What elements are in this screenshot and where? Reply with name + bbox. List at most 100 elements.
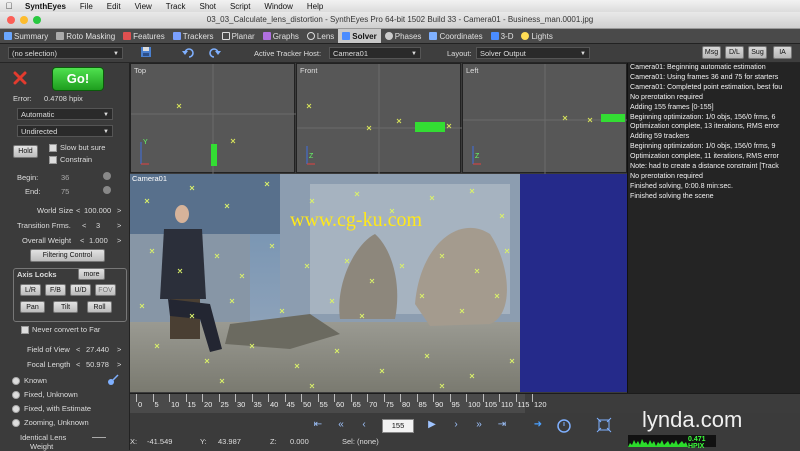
fov-decrement[interactable]: <: [76, 345, 80, 354]
tilt-lock-button[interactable]: Tilt: [53, 301, 78, 313]
slow-but-sure-checkbox[interactable]: Slow but sure: [49, 143, 105, 153]
forward-arrow-icon[interactable]: ➜: [532, 419, 544, 431]
viewport-top[interactable]: Top Y: [130, 63, 296, 174]
viewport-left[interactable]: Left Z: [462, 63, 628, 174]
menu-file[interactable]: File: [73, 2, 100, 11]
window-titlebar: 03_03_Calculate_lens_distortion - SynthE…: [0, 12, 800, 29]
apple-icon[interactable]: : [0, 1, 18, 11]
redo-icon[interactable]: [207, 46, 221, 58]
solver-panel: Go! Error: 0.4708 hpix Automatic ▼ Undire…: [0, 63, 130, 451]
layout-dropdown[interactable]: Solver Output ▼: [476, 47, 590, 59]
log-line: Optimization complete, 11 iterations, RM…: [630, 152, 779, 161]
menu-view[interactable]: View: [128, 2, 159, 11]
hold-button[interactable]: Hold: [13, 145, 38, 158]
tab-planar[interactable]: Planar: [218, 29, 259, 43]
fov-lock-button[interactable]: FOV: [95, 284, 116, 296]
more-button[interactable]: more: [78, 268, 105, 280]
tab-trackers[interactable]: Trackers: [169, 29, 218, 43]
lens-wand-icon[interactable]: [107, 374, 119, 386]
lens-fixed-unknown-radio[interactable]: Fixed, Unknown: [12, 390, 78, 400]
menu-window[interactable]: Window: [257, 2, 299, 11]
tab-roto-masking[interactable]: Roto Masking: [52, 29, 119, 43]
focal-decrement[interactable]: <: [76, 360, 80, 369]
end-value[interactable]: 75: [61, 187, 69, 196]
viewport-front[interactable]: Front Z: [296, 63, 462, 174]
menu-edit[interactable]: Edit: [100, 2, 128, 11]
constrain-checkbox[interactable]: Constrain: [49, 155, 92, 165]
msg-button[interactable]: Msg: [702, 46, 721, 59]
world-size-increment[interactable]: >: [117, 206, 121, 215]
transition-increment[interactable]: >: [117, 221, 121, 230]
tab-lens[interactable]: Lens: [303, 29, 338, 43]
lens-known-radio[interactable]: Known: [12, 376, 47, 386]
log-line: No prerotation required: [630, 171, 703, 180]
timeline-tick: [301, 394, 302, 402]
tracker-host-dropdown[interactable]: Camera01 ▼: [329, 47, 421, 59]
ia-button[interactable]: IA: [773, 46, 792, 59]
planar-icon: [221, 32, 230, 40]
lens-zooming-radio[interactable]: Zooming, Unknown: [12, 418, 89, 428]
begin-value[interactable]: 36: [61, 173, 69, 182]
tab-phases[interactable]: Phases: [381, 29, 426, 43]
next-key-icon[interactable]: »: [473, 419, 485, 431]
focal-length-value[interactable]: 50.978: [86, 360, 109, 369]
field-of-view-value[interactable]: 27.440: [86, 345, 109, 354]
transition-decrement[interactable]: <: [82, 221, 86, 230]
prev-key-icon[interactable]: «: [335, 419, 347, 431]
dl-button[interactable]: D/L: [725, 46, 744, 59]
tab-3d[interactable]: 3-D: [487, 29, 518, 43]
end-knob-icon[interactable]: [103, 186, 111, 194]
tab-features[interactable]: Features: [119, 29, 169, 43]
overall-weight-decrement[interactable]: <: [80, 236, 84, 245]
world-size-value[interactable]: 100.000: [84, 206, 111, 215]
lens-fixed-estimate-radio[interactable]: Fixed, with Estimate: [12, 404, 91, 414]
timeline-tick-label: 65: [352, 400, 361, 409]
lr-lock-button[interactable]: L/R: [20, 284, 41, 296]
log-line: Beginning optimization: 1/0 objs, 156/0 …: [630, 142, 776, 151]
overall-weight-value[interactable]: 1.000: [89, 236, 108, 245]
fov-increment[interactable]: >: [117, 345, 121, 354]
first-frame-icon[interactable]: ⇤: [312, 419, 324, 431]
log-line: Adding 59 trackers: [630, 132, 690, 141]
world-size-decrement[interactable]: <: [76, 206, 80, 215]
direction-dropdown[interactable]: Undirected ▼: [17, 125, 113, 137]
sug-button[interactable]: Sug: [748, 46, 767, 59]
overall-weight-increment[interactable]: >: [117, 236, 121, 245]
menu-app[interactable]: SynthEyes: [18, 2, 73, 11]
save-icon[interactable]: [140, 46, 152, 58]
selection-status: Sel: (none): [342, 437, 379, 446]
prev-frame-icon[interactable]: ‹: [358, 419, 370, 431]
camera-view[interactable]: Camera01 www.cg-ku.com: [130, 174, 627, 392]
fb-lock-button[interactable]: F/B: [45, 284, 66, 296]
ud-lock-button[interactable]: U/D: [70, 284, 91, 296]
tab-coordinates[interactable]: Coordinates: [425, 29, 486, 43]
transition-value[interactable]: 3: [96, 221, 100, 230]
roll-lock-button[interactable]: Roll: [87, 301, 112, 313]
go-button[interactable]: Go!: [52, 67, 104, 91]
error-label: Error:: [13, 94, 32, 103]
tab-solver[interactable]: Solver: [338, 29, 381, 43]
solver-log[interactable]: Camera01: Beginning automatic estimation…: [627, 63, 800, 393]
solver-mode-dropdown[interactable]: Automatic ▼: [17, 108, 113, 120]
focal-increment[interactable]: >: [117, 360, 121, 369]
never-convert-checkbox[interactable]: Never convert to Far: [21, 325, 100, 335]
undo-icon[interactable]: [182, 46, 196, 58]
menu-shot[interactable]: Shot: [193, 2, 223, 11]
tab-graphs[interactable]: Graphs: [259, 29, 303, 43]
menu-track[interactable]: Track: [159, 2, 193, 11]
brand-logo: lynda.com: [642, 407, 743, 432]
begin-knob-icon[interactable]: [103, 172, 111, 180]
filtering-control-button[interactable]: Filtering Control: [30, 249, 105, 262]
camera-view-label: Camera01: [132, 174, 168, 183]
red-x-icon[interactable]: [13, 71, 27, 85]
tab-summary[interactable]: Summary: [0, 29, 52, 43]
menu-script[interactable]: Script: [223, 2, 257, 11]
summary-icon: [4, 32, 12, 40]
selection-dropdown[interactable]: (no selection) ▼: [8, 47, 123, 59]
play-icon[interactable]: ▶: [426, 419, 438, 431]
tab-lights[interactable]: Lights: [517, 29, 556, 43]
pan-lock-button[interactable]: Pan: [20, 301, 45, 313]
menu-help[interactable]: Help: [300, 2, 330, 11]
last-frame-icon[interactable]: ⇥: [496, 419, 508, 431]
next-frame-icon[interactable]: ›: [450, 419, 462, 431]
